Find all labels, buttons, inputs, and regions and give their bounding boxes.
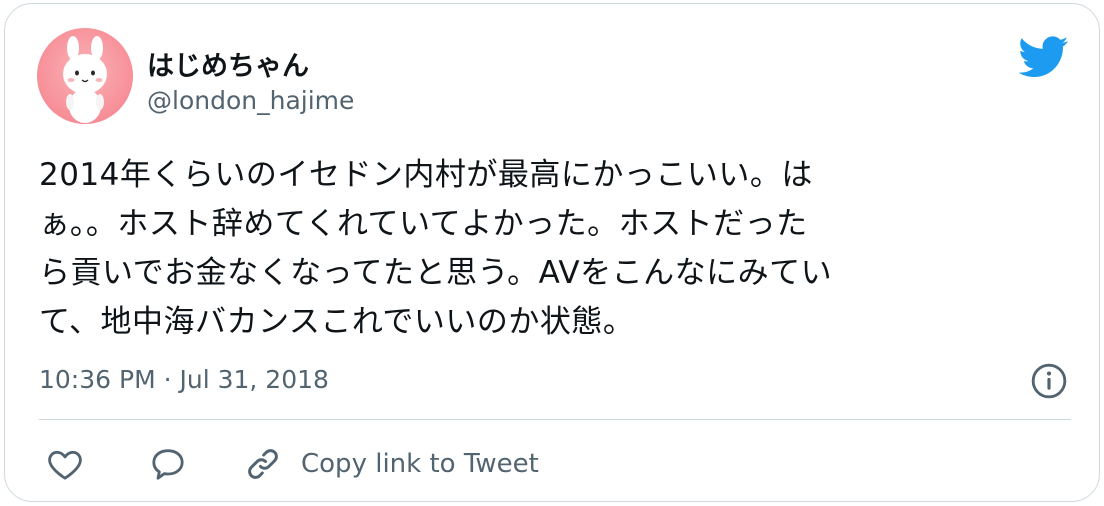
tweet-text-line: ぁ。。ホスト辞めてくれていてよかった。ホストだった	[39, 206, 808, 242]
tweet-text-line: 2014年くらいのイセドン内村が最高にかっこいい。は	[39, 157, 813, 193]
speech-bubble-icon[interactable]	[148, 442, 188, 486]
copy-link-label: Copy link to Tweet	[301, 449, 539, 479]
divider	[39, 419, 1071, 420]
avatar[interactable]	[37, 28, 133, 124]
cony-bunny-avatar-icon	[63, 36, 107, 123]
copy-link-button[interactable]: Copy link to Tweet	[243, 442, 539, 486]
user-handle[interactable]: @london_hajime	[147, 86, 354, 115]
tweet-text-line: て、地中海バカンスこれでいいのか状態。	[39, 304, 635, 340]
link-icon	[248, 449, 278, 479]
twitter-bird-icon[interactable]	[1019, 36, 1069, 78]
heart-icon[interactable]	[45, 442, 85, 486]
tweet-timestamp[interactable]: 10:36 PM · Jul 31, 2018	[39, 365, 329, 394]
tweet-card: はじめちゃん @london_hajime 2014年くらいのイセドン内村が最高…	[4, 3, 1100, 502]
info-icon[interactable]	[1030, 362, 1068, 400]
tweet-text-line: ら貢いでお金なくなってたと思う。AVをこんなにみてい	[39, 255, 833, 291]
tweet-text: 2014年くらいのイセドン内村が最高にかっこいい。は ぁ。。ホスト辞めてくれてい…	[39, 151, 1075, 347]
display-name[interactable]: はじめちゃん	[147, 44, 309, 83]
